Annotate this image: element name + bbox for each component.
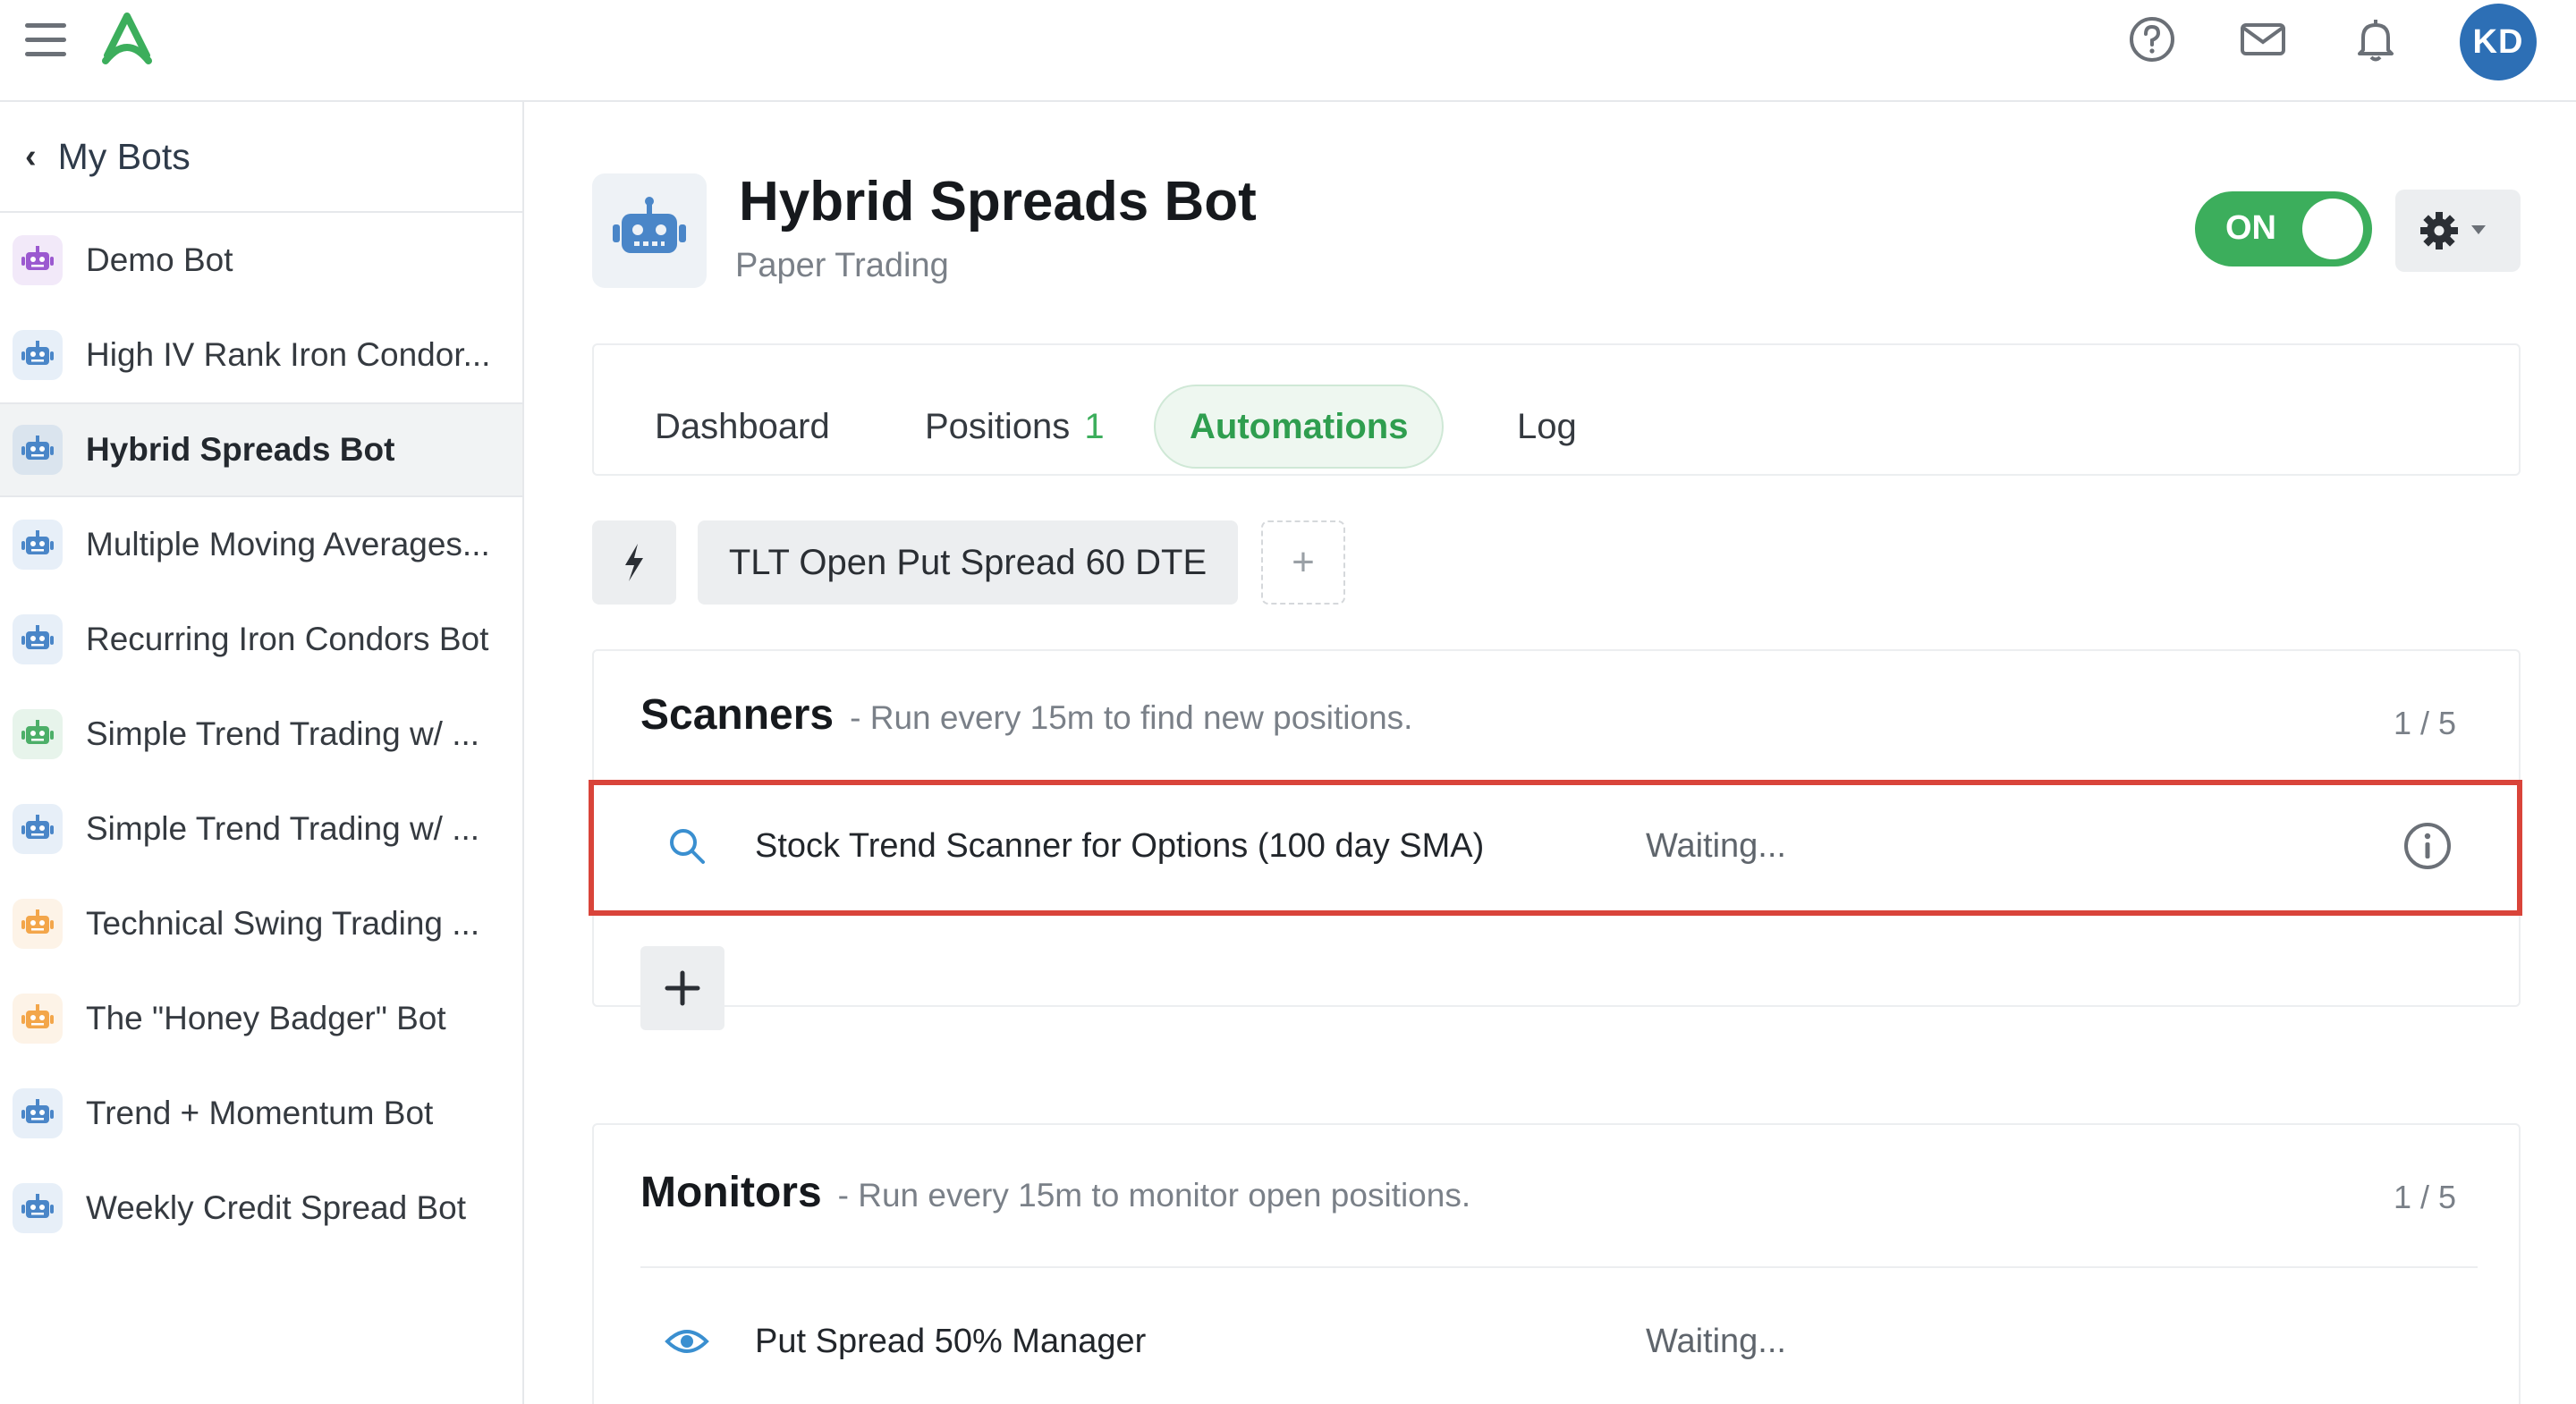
bot-list: Demo Bot High IV Rank Iron Condor... Hybri… bbox=[0, 213, 522, 1256]
sidebar-item-bot[interactable]: The "Honey Badger" Bot bbox=[0, 971, 522, 1066]
tab-automations[interactable]: Automations bbox=[1154, 385, 1445, 469]
robot-icon bbox=[613, 197, 686, 253]
info-icon[interactable] bbox=[2402, 821, 2453, 871]
sidebar-item-label: The "Honey Badger" Bot bbox=[86, 1000, 446, 1036]
scanner-name: Stock Trend Scanner for Options (100 day… bbox=[755, 826, 1485, 865]
main-content: Hybrid Spreads Bot Paper Trading ON Dash… bbox=[526, 102, 2576, 1404]
sidebar-item-label: Weekly Credit Spread Bot bbox=[86, 1189, 467, 1226]
sidebar: ‹ My Bots Demo Bot High IV Rank Iron Cond… bbox=[0, 102, 524, 1404]
toggle-knob bbox=[2302, 199, 2363, 259]
settings-button[interactable] bbox=[2395, 190, 2521, 272]
divider bbox=[640, 1266, 2478, 1268]
sidebar-item-label: Simple Trend Trading w/ ... bbox=[86, 810, 480, 847]
sidebar-item-bot[interactable]: Trend + Momentum Bot bbox=[0, 1066, 522, 1161]
tab-dashboard[interactable]: Dashboard bbox=[655, 385, 830, 469]
sidebar-item-bot[interactable]: Technical Swing Trading ... bbox=[0, 876, 522, 971]
robot-icon bbox=[13, 1088, 63, 1138]
robot-icon bbox=[13, 709, 63, 759]
back-label: My Bots bbox=[57, 135, 191, 177]
tab-log[interactable]: Log bbox=[1517, 385, 1577, 469]
tabs-card: Dashboard Positions 1 Automations Log bbox=[592, 343, 2521, 476]
robot-icon bbox=[13, 994, 63, 1044]
sidebar-item-bot[interactable]: Simple Trend Trading w/ ... bbox=[0, 687, 522, 782]
sidebar-item-bot[interactable]: Multiple Moving Averages... bbox=[0, 497, 522, 592]
bot-avatar bbox=[592, 173, 707, 288]
monitors-title: Monitors bbox=[640, 1169, 822, 1216]
page-title: Hybrid Spreads Bot bbox=[739, 171, 1257, 233]
monitor-name: Put Spread 50% Manager bbox=[755, 1322, 1147, 1360]
robot-icon bbox=[13, 520, 63, 570]
back-to-my-bots[interactable]: ‹ My Bots bbox=[0, 102, 522, 213]
lightning-icon bbox=[625, 544, 643, 581]
monitor-status: Waiting... bbox=[1646, 1322, 1786, 1360]
sidebar-item-label: Recurring Iron Condors Bot bbox=[86, 621, 489, 657]
sidebar-item-label: Multiple Moving Averages... bbox=[86, 526, 490, 562]
add-scanner-button[interactable] bbox=[640, 946, 724, 1030]
top-bar: KD bbox=[0, 0, 2576, 102]
automation-chip[interactable]: TLT Open Put Spread 60 DTE bbox=[698, 520, 1238, 605]
scanners-header: Scanners - Run every 15m to find new posi… bbox=[640, 690, 1412, 740]
positions-count-badge: 1 bbox=[1084, 406, 1105, 446]
tab-log-label: Log bbox=[1517, 406, 1577, 446]
monitors-card: Monitors - Run every 15m to monitor open … bbox=[592, 1123, 2521, 1404]
page-subtitle: Paper Trading bbox=[735, 247, 949, 284]
sidebar-item-label: Simple Trend Trading w/ ... bbox=[86, 715, 480, 752]
robot-icon bbox=[13, 425, 63, 475]
tab-automations-label: Automations bbox=[1190, 406, 1409, 446]
scanner-status: Waiting... bbox=[1646, 826, 1786, 865]
sidebar-item-label: Demo Bot bbox=[86, 241, 233, 278]
gear-icon bbox=[2420, 212, 2486, 250]
sidebar-item-bot[interactable]: Hybrid Spreads Bot bbox=[0, 402, 522, 497]
tab-dashboard-label: Dashboard bbox=[655, 406, 830, 446]
logo[interactable] bbox=[93, 9, 161, 72]
scanners-description: - Run every 15m to find new positions. bbox=[850, 699, 1413, 736]
sidebar-item-label: Trend + Momentum Bot bbox=[86, 1095, 434, 1131]
scanners-title: Scanners bbox=[640, 691, 835, 739]
eye-icon bbox=[662, 1316, 712, 1366]
sidebar-item-label: High IV Rank Iron Condor... bbox=[86, 336, 491, 373]
monitor-row[interactable]: Put Spread 50% Manager Waiting... bbox=[640, 1281, 2478, 1402]
toggle-label: ON bbox=[2225, 209, 2276, 247]
robot-icon bbox=[13, 235, 63, 285]
scanner-row[interactable]: Stock Trend Scanner for Options (100 day… bbox=[589, 780, 2522, 916]
tab-positions[interactable]: Positions 1 bbox=[925, 385, 1105, 469]
monitors-description: - Run every 15m to monitor open position… bbox=[837, 1177, 1471, 1214]
plus-icon bbox=[665, 970, 700, 1006]
chevron-left-icon: ‹ bbox=[25, 137, 37, 175]
robot-icon bbox=[13, 330, 63, 380]
user-avatar[interactable]: KD bbox=[2460, 4, 2537, 80]
sidebar-item-label: Technical Swing Trading ... bbox=[86, 905, 480, 942]
add-automation-button[interactable]: + bbox=[1261, 520, 1345, 605]
tab-positions-label: Positions bbox=[925, 406, 1071, 446]
bot-on-off-toggle[interactable]: ON bbox=[2195, 191, 2372, 266]
bell-icon[interactable] bbox=[2349, 13, 2402, 66]
robot-icon bbox=[13, 804, 63, 854]
sidebar-item-bot[interactable]: Demo Bot bbox=[0, 213, 522, 308]
menu-icon[interactable] bbox=[25, 23, 66, 57]
chevron-down-icon bbox=[2471, 225, 2486, 234]
automation-trigger-button[interactable] bbox=[592, 520, 676, 605]
sidebar-item-bot[interactable]: Recurring Iron Condors Bot bbox=[0, 592, 522, 687]
help-icon[interactable] bbox=[2125, 13, 2179, 66]
monitors-header: Monitors - Run every 15m to monitor open … bbox=[640, 1168, 1470, 1217]
robot-icon bbox=[13, 614, 63, 664]
mail-icon[interactable] bbox=[2236, 13, 2290, 66]
sidebar-item-label: Hybrid Spreads Bot bbox=[86, 431, 395, 468]
monitors-count: 1 / 5 bbox=[2393, 1179, 2456, 1215]
sidebar-item-bot[interactable]: High IV Rank Iron Condor... bbox=[0, 308, 522, 402]
scanners-card: Scanners - Run every 15m to find new posi… bbox=[589, 649, 2522, 1030]
search-icon bbox=[662, 821, 712, 871]
sidebar-item-bot[interactable]: Simple Trend Trading w/ ... bbox=[0, 782, 522, 876]
scanners-count: 1 / 5 bbox=[2393, 705, 2456, 741]
robot-icon bbox=[13, 1183, 63, 1233]
sidebar-item-bot[interactable]: Weekly Credit Spread Bot bbox=[0, 1161, 522, 1256]
robot-icon bbox=[13, 899, 63, 949]
